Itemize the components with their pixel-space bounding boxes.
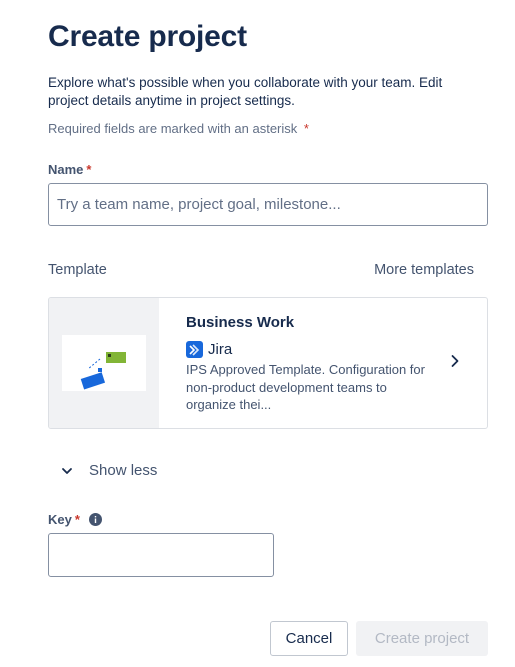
required-note-text: Required fields are marked with an aster… [48,121,298,136]
info-icon[interactable] [88,513,102,526]
name-input[interactable] [48,183,488,226]
show-less-label: Show less [89,462,158,479]
key-input[interactable] [48,533,274,577]
key-label: Key * [48,512,102,527]
name-required-asterisk: * [86,162,92,177]
template-card-title: Business Work [186,314,295,331]
key-label-text: Key [48,512,72,527]
board-illustration-icon [80,352,126,390]
name-label-text: Name [48,162,84,177]
required-fields-note: Required fields are marked with an aster… [48,121,309,136]
more-templates-button[interactable]: More templates [374,262,474,278]
key-required-asterisk: * [74,512,80,527]
template-thumbnail-illustration [62,335,146,391]
create-project-page: Create project Explore what's possible w… [0,0,515,667]
required-asterisk: * [303,121,309,136]
template-product: Jira [186,340,232,358]
product-name: Jira [208,340,233,358]
intro-text: Explore what's possible when you collabo… [48,75,443,108]
jira-logo-icon [186,340,203,358]
create-project-button[interactable]: Create project [356,621,488,656]
chevron-right-icon [448,354,462,368]
template-card-business-work[interactable]: Business Work Jira IPS Approved Template… [48,297,488,429]
name-label: Name * [48,162,91,177]
template-thumbnail [49,298,159,428]
template-label: Template [48,262,107,278]
chevron-down-icon [60,464,74,478]
cancel-button[interactable]: Cancel [270,621,348,656]
page-title: Create project [48,20,247,53]
show-less-toggle[interactable]: Show less [60,462,157,479]
template-card-description: IPS Approved Template. Configuration for… [186,362,425,412]
